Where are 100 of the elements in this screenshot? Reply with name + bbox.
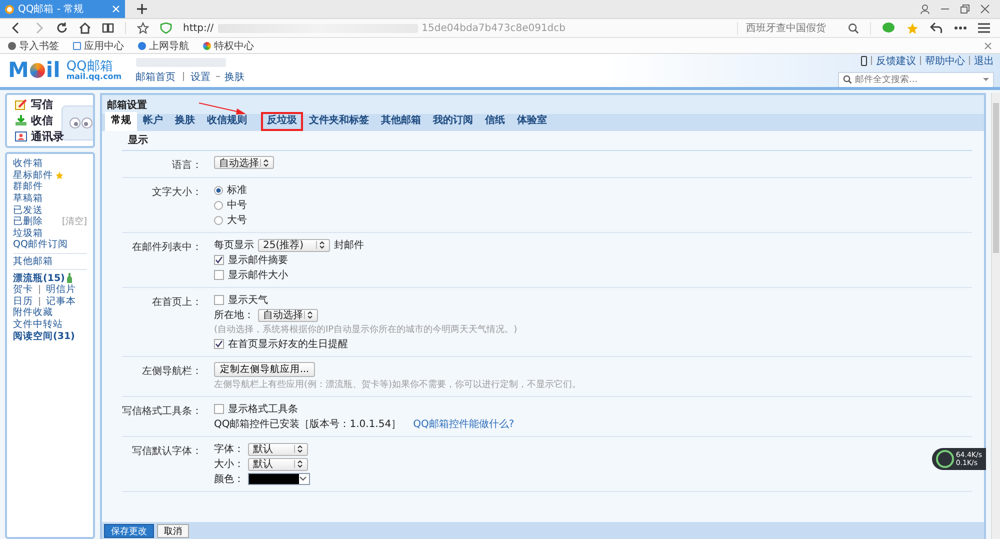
radio-button[interactable] (214, 200, 223, 210)
checkbox[interactable] (214, 270, 224, 280)
folder-link[interactable]: 漂流瓶(15) (13, 272, 65, 285)
checkbox[interactable] (214, 255, 224, 265)
settings-tab[interactable]: 帐户 (137, 112, 169, 131)
settings-tab[interactable]: 我的订阅 (427, 112, 479, 131)
customize-button[interactable]: 定制左侧导航应用... (214, 362, 316, 377)
checkbox[interactable] (214, 339, 224, 349)
settings-tab[interactable]: 收信规则 (201, 112, 253, 131)
gauge-icon (936, 450, 954, 468)
star-icon[interactable] (137, 22, 149, 34)
field-label: 每页显示 (214, 239, 254, 252)
undo-icon[interactable] (930, 22, 943, 34)
spinner-arrows-icon (294, 445, 303, 453)
settings-tab[interactable]: 其他邮箱 (375, 112, 427, 131)
save-button[interactable]: 保存更改 (104, 524, 154, 538)
action-link[interactable]: 通讯录 (15, 129, 85, 144)
folder-link[interactable]: 明信片 (46, 283, 76, 296)
option-label: 显示邮件摘要 (228, 254, 288, 267)
top-link[interactable]: 退出 (974, 54, 994, 68)
folder-link[interactable]: 文件中转站 (13, 318, 63, 332)
dropdown[interactable]: 自动选择 (258, 308, 318, 322)
help-link[interactable]: QQ邮箱控件能做什么? (413, 417, 514, 431)
search-box[interactable]: 西班牙查中国假货 (737, 22, 871, 34)
folder-link[interactable]: 收件箱 (13, 157, 43, 170)
menu-icon[interactable] (978, 23, 990, 33)
action-link[interactable]: 写信 (15, 97, 85, 112)
top-link[interactable]: 反馈建议 (876, 54, 916, 68)
folder-link[interactable]: 日历 (13, 294, 33, 308)
address-field[interactable]: http:// 15de04bda7b473c8e091dcb (183, 22, 726, 34)
annotation-arrow (199, 102, 247, 116)
dropdown[interactable]: 默认 (248, 458, 308, 470)
search-icon[interactable] (843, 75, 852, 84)
search-input[interactable]: 西班牙查中国假货 (744, 22, 848, 34)
panel-title: 邮箱设置 (102, 95, 984, 114)
bookmark[interactable]: 导入书签 (8, 38, 59, 52)
option-label: 大号 (227, 214, 247, 227)
folder-link[interactable]: 垃圾箱 (13, 226, 43, 240)
spinner-arrows-icon (294, 460, 303, 468)
checkbox[interactable] (214, 295, 224, 305)
dropdown[interactable]: 默认 (248, 442, 308, 456)
book-icon[interactable] (102, 22, 114, 34)
settings-tab[interactable]: 换肤 (169, 112, 201, 131)
bookmark[interactable]: 特权中心 (203, 38, 254, 52)
skin-link[interactable]: 换肤 (224, 70, 245, 84)
folder-link[interactable]: 已删除 (13, 215, 43, 228)
mail-logo: M il (8, 60, 60, 81)
bookmark[interactable]: 应用中心 (73, 38, 124, 52)
settings-tab[interactable]: 反垃圾 (261, 112, 303, 131)
radio-button[interactable] (214, 186, 223, 194)
setting-label: 文字大小： (152, 187, 202, 198)
folder-link[interactable]: 阅读空间(31) (13, 330, 75, 343)
home-link[interactable]: 邮箱首页 (136, 70, 176, 84)
color-picker[interactable] (248, 473, 310, 485)
scrollbar[interactable] (991, 93, 1000, 539)
search-icon[interactable] (848, 22, 859, 34)
settings-tab[interactable]: 文件夹和标签 (303, 112, 375, 131)
bookmark[interactable]: 上网导航 (138, 38, 189, 52)
settings-link[interactable]: 设置 (190, 70, 211, 84)
radio-button[interactable] (214, 216, 223, 224)
field-label: 封邮件 (334, 238, 364, 252)
checkbox[interactable] (214, 404, 224, 414)
cancel-button[interactable]: 取消 (157, 524, 189, 538)
folder-link[interactable]: 草稿箱 (13, 192, 43, 206)
folder-link[interactable]: 群邮件 (13, 180, 43, 194)
settings-tab[interactable]: 常规 (105, 112, 137, 131)
caret-icon (299, 476, 307, 482)
folder-link[interactable]: 贺卡 (13, 283, 33, 296)
plus-icon[interactable] (137, 4, 147, 14)
folder-link[interactable]: 已发送 (13, 204, 43, 217)
settings-tab[interactable]: 信纸 (479, 112, 511, 131)
folder-link[interactable]: 附件收藏 (13, 306, 53, 320)
dropdown[interactable]: 25(推荐) (258, 238, 330, 252)
close-icon[interactable] (984, 42, 992, 50)
inbox-icon (15, 115, 27, 126)
home-icon[interactable] (79, 22, 91, 34)
phone-icon[interactable] (861, 56, 867, 66)
folder-link[interactable]: 星标邮件 (13, 168, 53, 182)
spinner-arrows-icon (316, 241, 325, 249)
close-icon[interactable] (980, 4, 990, 14)
folder-link[interactable]: 其他邮箱 (13, 255, 53, 268)
user-icon[interactable] (920, 4, 930, 14)
reload-icon[interactable] (56, 22, 68, 34)
settings-tab[interactable]: 体验室 (511, 112, 553, 131)
setting-label: 在首页上： (152, 297, 202, 308)
dropdown[interactable]: 自动选择 (214, 156, 274, 169)
more-icon[interactable] (954, 26, 967, 30)
brand-domain: mail.qq.com (66, 73, 122, 81)
option-label: 显示天气 (228, 294, 268, 307)
contact-card-icon (15, 131, 27, 142)
restore-icon[interactable] (960, 4, 970, 14)
top-link[interactable]: 帮助中心 (925, 54, 965, 68)
folder-link[interactable]: QQ邮件订阅 (13, 238, 68, 252)
hint-text: (自动选择，系统将根据你的IP自动显示你所在的城市的今明两天天气情况。) (214, 324, 518, 336)
mail-icon (5, 4, 14, 14)
option-label: 在首页显示好友的生日提醒 (228, 338, 348, 351)
folder-link[interactable]: 记事本 (46, 294, 76, 308)
setting-label: 在邮件列表中： (132, 242, 202, 253)
action-link[interactable]: 收信 (15, 113, 85, 128)
star-icon[interactable] (906, 22, 919, 34)
